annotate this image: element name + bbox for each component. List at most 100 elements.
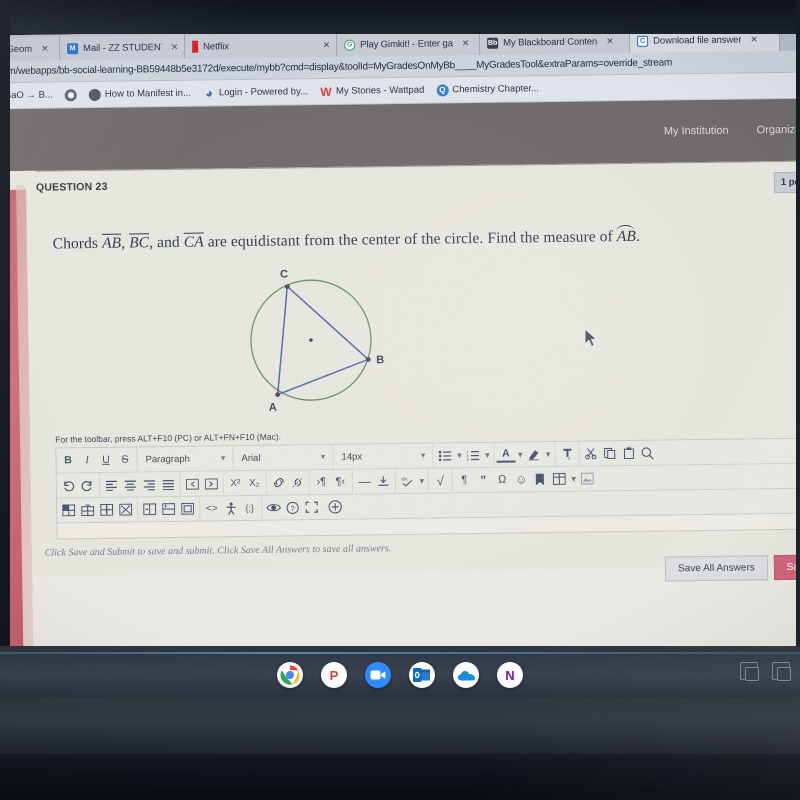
clear-formatting-icon[interactable]: x bbox=[557, 443, 576, 464]
svg-text:?: ? bbox=[291, 503, 295, 512]
chevron-down-icon[interactable]: ▼ bbox=[570, 474, 578, 483]
blockquote-button[interactable]: ” bbox=[474, 469, 493, 490]
help-icon[interactable]: ? bbox=[283, 497, 302, 518]
numbered-list-icon[interactable]: 123 bbox=[463, 444, 482, 465]
math-formula-button[interactable]: √ bbox=[431, 470, 450, 491]
unlink-icon[interactable] bbox=[288, 472, 307, 493]
toolbar-group-math: √ bbox=[428, 468, 453, 493]
nav-item-my-institution[interactable]: My Institution bbox=[664, 125, 729, 138]
nav-item-organizations[interactable]: Organiza bbox=[757, 124, 800, 137]
table-icon[interactable] bbox=[550, 468, 569, 489]
highlighter-icon[interactable] bbox=[524, 444, 543, 465]
font-size-select[interactable]: 14px ▼ bbox=[335, 445, 430, 467]
tab-close-icon[interactable]: ✕ bbox=[41, 43, 49, 54]
zoom-icon[interactable] bbox=[365, 662, 391, 688]
italic-button[interactable]: I bbox=[77, 449, 96, 470]
outdent-icon[interactable] bbox=[183, 473, 202, 494]
paste-icon[interactable] bbox=[619, 442, 638, 463]
indent-icon[interactable] bbox=[202, 473, 221, 494]
paragraph-mark-button[interactable]: ¶ bbox=[455, 470, 474, 491]
align-justify-icon[interactable] bbox=[159, 473, 178, 494]
split-horizontal-icon[interactable] bbox=[140, 499, 159, 520]
circle-center-point bbox=[309, 338, 313, 342]
prompt-part: , and bbox=[149, 233, 184, 252]
accessibility-icon[interactable] bbox=[221, 498, 240, 519]
redo-icon[interactable] bbox=[78, 474, 97, 495]
merge-cells-icon[interactable] bbox=[59, 500, 78, 521]
delete-cell-icon[interactable] bbox=[116, 499, 135, 520]
toolbar-group-history bbox=[56, 472, 101, 498]
add-icon[interactable] bbox=[325, 496, 344, 517]
font-family-select[interactable]: Arial ▼ bbox=[235, 446, 330, 468]
css-button[interactable]: {;} bbox=[240, 497, 259, 518]
save-all-answers-button[interactable]: Save All Answers bbox=[664, 555, 768, 582]
special-character-button[interactable]: Ω bbox=[493, 469, 512, 490]
onedrive-icon[interactable] bbox=[453, 662, 479, 688]
globe-icon: ◉ bbox=[64, 88, 77, 101]
tab-close-icon[interactable]: ✕ bbox=[606, 36, 614, 47]
underline-button[interactable]: U bbox=[96, 449, 115, 470]
tab-close-icon[interactable]: ✕ bbox=[750, 34, 758, 45]
align-left-icon[interactable] bbox=[102, 474, 121, 495]
laptop-right-bezel bbox=[796, 0, 800, 660]
bold-button[interactable]: B bbox=[58, 450, 77, 471]
source-code-button[interactable]: <> bbox=[202, 498, 221, 519]
powerpoint-icon[interactable]: P bbox=[321, 662, 347, 688]
link-icon[interactable] bbox=[269, 472, 288, 493]
bookmark-icon[interactable] bbox=[531, 469, 550, 490]
fullscreen-icon[interactable] bbox=[302, 497, 321, 518]
image-icon[interactable] bbox=[578, 468, 597, 489]
ltr-icon[interactable]: ›¶ bbox=[312, 471, 331, 492]
tab-title: Play Gimkit! - Enter ga bbox=[360, 37, 453, 50]
bookmark-item[interactable]: Q Chemistry Chapter... bbox=[436, 83, 539, 97]
rtl-icon[interactable]: ¶‹ bbox=[331, 471, 350, 492]
chevron-down-icon[interactable]: ▼ bbox=[544, 450, 552, 459]
cell-properties-icon[interactable] bbox=[178, 498, 197, 519]
strikethrough-button[interactable]: S bbox=[115, 449, 134, 470]
search-icon[interactable] bbox=[638, 442, 657, 463]
window-overview-icon[interactable] bbox=[740, 662, 759, 681]
spellcheck-icon[interactable]: abc bbox=[398, 470, 417, 491]
chrome-icon[interactable] bbox=[277, 662, 303, 688]
horizontal-rule-icon[interactable]: — bbox=[355, 471, 374, 492]
chord-bc-label: BC bbox=[129, 234, 150, 252]
subscript-button[interactable]: X₂ bbox=[245, 472, 264, 493]
outlook-icon[interactable] bbox=[409, 662, 435, 688]
onenote-icon[interactable]: N bbox=[497, 662, 523, 688]
chevron-down-icon[interactable]: ▼ bbox=[516, 450, 524, 459]
url-input[interactable]: rd.com/webapps/bb-social-learning-BB5944… bbox=[0, 57, 672, 77]
bookmark-item[interactable]: ◕ Login - Powered by... bbox=[203, 85, 308, 100]
toolbar-group-paragraph-style: Paragraph ▼ bbox=[137, 446, 234, 472]
browser-tab[interactable]: Netflix ✕ bbox=[184, 32, 338, 59]
onenote-glyph: N bbox=[505, 667, 515, 683]
align-right-icon[interactable] bbox=[140, 474, 159, 495]
paragraph-style-select[interactable]: Paragraph ▼ bbox=[139, 448, 230, 470]
bookmark-item[interactable]: W My Stories - Wattpad bbox=[320, 84, 424, 98]
tab-close-icon[interactable]: ✕ bbox=[171, 41, 179, 52]
chevron-down-icon[interactable]: ▼ bbox=[483, 450, 491, 459]
copy-icon[interactable] bbox=[600, 443, 619, 464]
chevron-down-icon[interactable]: ▼ bbox=[455, 451, 463, 460]
scissors-icon[interactable] bbox=[581, 443, 600, 464]
text-color-button[interactable]: A bbox=[496, 447, 516, 463]
browser-tab[interactable]: G Play Gimkit! - Enter ga ✕ bbox=[336, 30, 481, 57]
insert-icon[interactable] bbox=[374, 471, 393, 492]
chevron-down-icon[interactable]: ▼ bbox=[418, 476, 426, 485]
superscript-button[interactable]: X² bbox=[226, 473, 245, 494]
tab-title: Netflix bbox=[203, 40, 229, 53]
bookmark-item[interactable]: ◉ bbox=[64, 88, 77, 101]
browser-tab[interactable]: M Mail - ZZ STUDENT: B ✕ bbox=[59, 34, 186, 61]
emoji-button[interactable]: ☺ bbox=[512, 469, 531, 490]
insert-row-icon[interactable] bbox=[78, 499, 97, 520]
bulleted-list-icon[interactable] bbox=[435, 445, 454, 466]
screenshot-icon[interactable] bbox=[772, 662, 791, 681]
preview-eye-icon[interactable] bbox=[264, 497, 283, 518]
bookmark-item[interactable]: How to Manifest in... bbox=[88, 87, 191, 101]
split-vertical-icon[interactable] bbox=[159, 498, 178, 519]
quizlet-icon: Q bbox=[436, 83, 449, 97]
align-center-icon[interactable] bbox=[121, 474, 140, 495]
undo-icon[interactable] bbox=[59, 475, 78, 496]
tab-close-icon[interactable]: ✕ bbox=[323, 39, 331, 50]
insert-column-icon[interactable] bbox=[97, 499, 116, 520]
tab-close-icon[interactable]: ✕ bbox=[462, 38, 470, 49]
